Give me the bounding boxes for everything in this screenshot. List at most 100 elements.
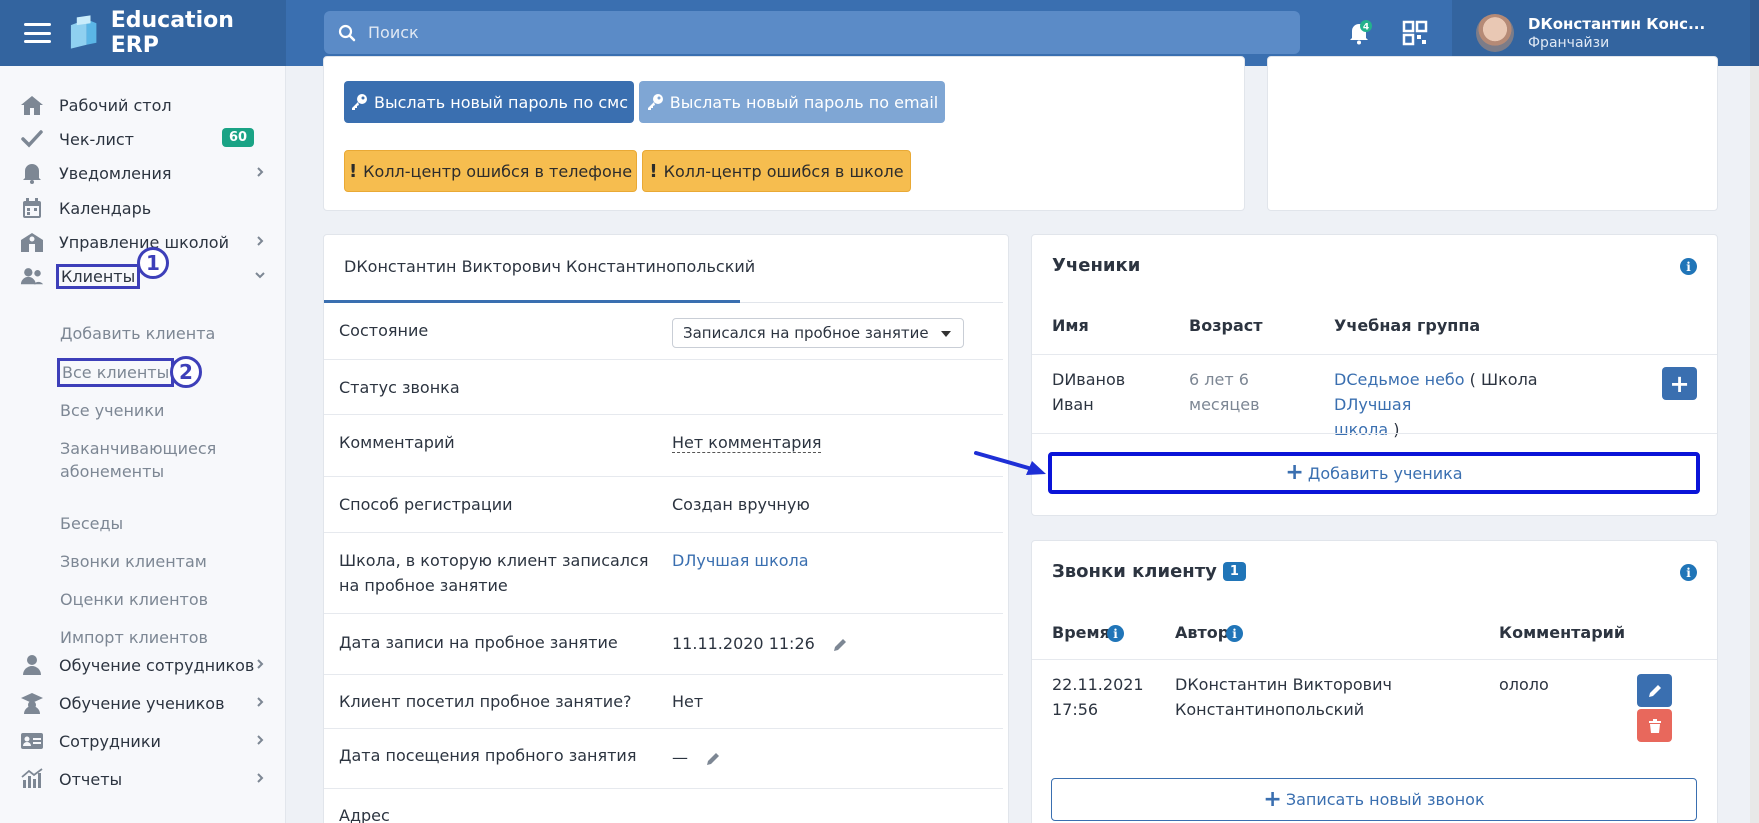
field-label: Адрес — [339, 806, 390, 823]
chevron-right-icon — [257, 167, 264, 177]
call-comment: ололо — [1499, 675, 1549, 694]
chevron-right-icon — [257, 236, 264, 246]
sidebar-subitem-client-ratings[interactable]: Оценки клиентов — [60, 588, 208, 611]
sidebar-item-label: Календарь — [59, 198, 152, 218]
button-label: Выслать новый пароль по смс — [373, 92, 629, 112]
callcenter-wrong-phone-button[interactable]: ! Колл-центр ошибся в телефоне — [344, 150, 637, 192]
id-card-icon — [20, 730, 44, 752]
sidebar-item-label: Уведомления — [59, 163, 172, 183]
sidebar-subitem-all-students[interactable]: Все ученики — [60, 399, 164, 422]
visit-date-value: — — [672, 745, 721, 770]
sidebar-subitem-import-clients[interactable]: Импорт клиентов — [60, 626, 208, 649]
student-age-line2: месяцев — [1189, 395, 1260, 414]
school-link[interactable]: DЛучшая — [1334, 395, 1411, 414]
sidebar-item-calendar[interactable]: Календарь — [0, 191, 286, 225]
student-name-line1[interactable]: DИванов — [1052, 370, 1125, 389]
info-icon[interactable]: i — [1680, 564, 1697, 581]
field-label-line1: Школа, в которую клиент записался — [339, 551, 649, 570]
callcenter-wrong-school-button[interactable]: ! Колл-центр ошибся в школе — [642, 150, 911, 192]
field-label: Школа, в которую клиент записался на проб… — [339, 548, 648, 598]
search-input[interactable] — [368, 23, 1268, 42]
info-icon[interactable]: i — [1680, 258, 1697, 275]
qr-code-icon[interactable] — [1402, 20, 1428, 46]
brand-name[interactable]: Education ERP — [111, 8, 286, 58]
chevron-right-icon — [257, 735, 264, 745]
sidebar-subitem-all-clients[interactable]: Все клиенты — [57, 358, 175, 387]
button-label: Колл-центр ошибся в телефоне — [363, 161, 633, 181]
student-name-link[interactable]: DИванов Иван — [1052, 367, 1125, 417]
send-email-password-button[interactable]: Выслать новый пароль по email — [639, 81, 945, 123]
sidebar-subitem-expiring-subscriptions[interactable]: Заканчивающиеся абонементы — [60, 437, 260, 483]
students-title: Ученики — [1052, 255, 1141, 276]
field-row-visit-date: Дата посещения пробного занятия — — [324, 729, 1003, 789]
sidebar-subitem-client-calls[interactable]: Звонки клиентам — [60, 550, 207, 573]
checklist-badge: 60 — [222, 128, 255, 147]
sidebar-item-staff-training[interactable]: Обучение сотрудников — [0, 648, 286, 682]
annotation-marker-1: 1 — [137, 247, 169, 279]
sidebar-item-notifications[interactable]: Уведомления — [0, 156, 286, 190]
field-label-line2: на пробное занятие — [339, 576, 508, 595]
add-call-button[interactable]: + Записать новый звонок — [1051, 778, 1697, 821]
state-select[interactable]: Записался на пробное занятие — [672, 318, 964, 348]
exclamation-icon: ! — [348, 160, 358, 182]
user-name: DКонстантин Конс... — [1528, 15, 1706, 33]
calls-title: Звонки клиенту 1 — [1052, 561, 1246, 582]
sidebar-subitem-conversations[interactable]: Беседы — [60, 512, 123, 535]
pencil-icon[interactable] — [832, 637, 848, 653]
sidebar-item-dashboard[interactable]: Рабочий стол — [0, 88, 286, 122]
chart-icon — [20, 768, 44, 790]
student-name-line2[interactable]: Иван — [1052, 395, 1094, 414]
field-label: Комментарий — [339, 433, 455, 452]
edit-call-button[interactable] — [1637, 674, 1672, 707]
column-header-group: Учебная группа — [1334, 316, 1481, 335]
call-author-link[interactable]: DКонстантин Викторович Константинопольск… — [1175, 672, 1392, 722]
trash-icon — [1648, 718, 1661, 733]
user-role: Франчайзи — [1528, 35, 1610, 51]
delete-call-button[interactable] — [1637, 709, 1672, 742]
tab-client-name[interactable]: DКонстантин Викторович Константинопольск… — [344, 257, 755, 276]
plus-icon: + — [1669, 369, 1690, 398]
send-sms-password-button[interactable]: Выслать новый пароль по смс — [344, 81, 634, 123]
divider — [1032, 433, 1717, 434]
comment-text[interactable]: Нет комментария — [672, 433, 822, 453]
school-link[interactable]: DЛучшая школа — [672, 548, 809, 573]
divider — [1032, 354, 1717, 355]
add-to-group-button[interactable]: + — [1662, 367, 1697, 400]
chevron-down-icon — [255, 272, 265, 279]
field-label: Способ регистрации — [339, 495, 513, 514]
sidebar-item-reports[interactable]: Отчеты — [0, 762, 286, 796]
call-author-line1[interactable]: DКонстантин Викторович — [1175, 675, 1392, 694]
call-author-line2[interactable]: Константинопольский — [1175, 700, 1364, 719]
group-link[interactable]: DСедьмое небо — [1334, 370, 1465, 389]
menu-icon[interactable] — [24, 23, 52, 43]
annotation-arrow-icon — [974, 451, 1046, 475]
info-icon[interactable]: i — [1107, 625, 1124, 642]
call-date: 22.11.2021 — [1052, 675, 1144, 694]
notification-bell-icon[interactable]: 4 — [1346, 20, 1372, 46]
school-link-line2[interactable]: школа — [1334, 420, 1388, 439]
info-icon[interactable]: i — [1226, 625, 1243, 642]
add-student-button[interactable]: + Добавить ученика — [1048, 452, 1700, 494]
sidebar-item-label: Сотрудники — [59, 731, 161, 751]
sidebar-subitem-add-client[interactable]: Добавить клиента — [60, 322, 215, 345]
student-age-line1: 6 лет 6 — [1189, 370, 1249, 389]
graduate-icon — [20, 692, 44, 714]
field-row-comment: Комментарий Нет комментария — [324, 415, 1003, 477]
avatar[interactable] — [1476, 14, 1514, 52]
pencil-icon[interactable] — [705, 751, 721, 767]
key-icon — [647, 94, 663, 110]
sidebar-item-employees[interactable]: Сотрудники — [0, 724, 286, 758]
column-header-author-text: Автор — [1175, 623, 1230, 642]
sidebar: Рабочий стол Чек-лист 60 Уведомления Кал… — [0, 66, 286, 823]
comment-value[interactable]: Нет комментария — [672, 430, 822, 455]
sidebar-item-label: Отчеты — [59, 769, 123, 789]
field-row-registration: Способ регистрации Создан вручную — [324, 477, 1003, 533]
search-bar[interactable] — [324, 11, 1300, 54]
column-header-time: Время — [1052, 623, 1110, 642]
sidebar-item-student-training[interactable]: Обучение учеников — [0, 686, 286, 720]
button-label: Выслать новый пароль по email — [669, 92, 939, 112]
sidebar-item-label: Чек-лист — [59, 129, 134, 149]
exclamation-icon: ! — [649, 160, 658, 182]
sidebar-item-checklist[interactable]: Чек-лист 60 — [0, 122, 286, 156]
page-scrollbar[interactable] — [1750, 66, 1759, 823]
